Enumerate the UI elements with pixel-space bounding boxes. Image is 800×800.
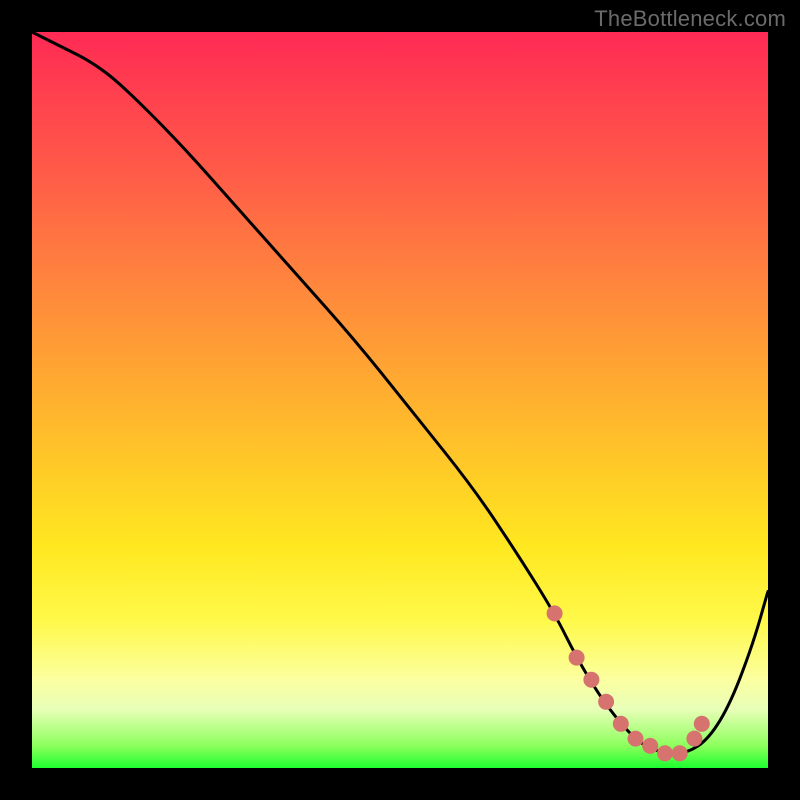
watermark-label: TheBottleneck.com	[594, 6, 786, 32]
chart-frame: TheBottleneck.com	[0, 0, 800, 800]
highlight-dot	[598, 694, 614, 710]
highlight-dots-group	[547, 605, 710, 761]
plot-area	[32, 32, 768, 768]
highlight-dot	[657, 745, 673, 761]
highlight-dot	[628, 731, 644, 747]
highlight-dot	[583, 672, 599, 688]
highlight-dot	[686, 731, 702, 747]
highlight-dot	[569, 650, 585, 666]
bottleneck-curve	[32, 32, 768, 753]
highlight-dot	[613, 716, 629, 732]
highlight-dot	[694, 716, 710, 732]
highlight-dot	[642, 738, 658, 754]
highlight-dot	[672, 745, 688, 761]
highlight-dot	[547, 605, 563, 621]
chart-svg	[32, 32, 768, 768]
